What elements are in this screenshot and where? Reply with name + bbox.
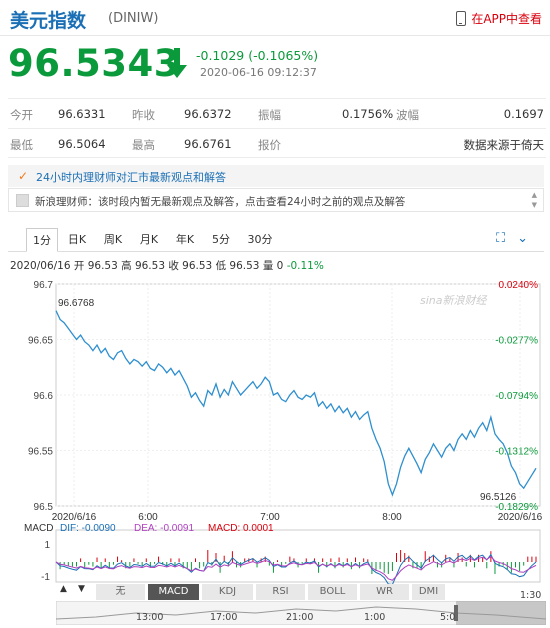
stat-value: 96.6761 (184, 137, 232, 151)
y-tick-label: 96.65 (28, 336, 53, 347)
stat-label: 昨收 (132, 108, 155, 122)
indicator-none[interactable]: 无 (96, 584, 146, 600)
fullscreen-icon[interactable]: ⛶⌄ (496, 231, 540, 246)
timeline-label: 5:0 (440, 612, 456, 623)
current-price: 96.5343 (8, 42, 181, 85)
scroll-down-icon[interactable]: ▼ (532, 201, 537, 209)
y-tick-label: 96.5 (34, 502, 54, 513)
min-label: 96.5126 (480, 492, 517, 503)
indicator-tabs: 无 MACD KDJ RSI BOLL WR DMI (50, 584, 446, 600)
timeline-label: 1:00 (364, 612, 386, 623)
stat-label: 最高 (132, 138, 155, 152)
page: 美元指数 (DINIW) 在APP中查看 96.5343 -0.1029 (-0… (0, 0, 550, 628)
x-tick-label: 7:00 (260, 512, 280, 523)
analyst-message-text: 新浪理财师：该时段内暂无最新观点及解答，点击查看24小时之前的观点及解答 (35, 196, 406, 208)
macd-dif: DIF: -0.0090 (60, 523, 116, 534)
tab-week[interactable]: 周K (100, 228, 126, 252)
indicator-rsi[interactable]: RSI (256, 584, 306, 600)
macd-dea: DEA: -0.0091 (134, 523, 194, 534)
watermark: sina新浪财经 (420, 294, 487, 307)
stat-value: 0.1756% (342, 107, 394, 121)
macd-value: MACD: 0.0001 (208, 523, 274, 534)
x-tick-label: 6:00 (138, 512, 158, 523)
stat-value: 96.5064 (58, 137, 106, 151)
stats-table: 今开 96.6331 昨收 96.6372 振幅 0.1756% 波幅 0.16… (8, 98, 546, 158)
right-tick-label: -0.0277% (495, 336, 538, 347)
tab-30min[interactable]: 30分 (244, 228, 276, 252)
timeline-label: 17:00 (210, 612, 238, 623)
indicator-macd[interactable]: MACD (148, 584, 200, 600)
y-tick-label: 96.7 (34, 280, 54, 291)
tab-year[interactable]: 年K (172, 228, 198, 252)
x-tick-label: 2020/6/16 (498, 512, 543, 523)
tab-month[interactable]: 月K (136, 228, 162, 252)
macd-title: MACD (24, 523, 53, 534)
timeline-label: 21:00 (286, 612, 314, 623)
down-arrow-icon (167, 48, 187, 78)
right-tick-label: 0.0240% (499, 280, 539, 291)
indicator-kdj[interactable]: KDJ (202, 584, 254, 600)
chart-tabs: 1分 日K 周K 月K 年K 5分 30分 ⛶⌄ (8, 228, 544, 252)
app-link[interactable]: 在APP中查看 (456, 10, 542, 27)
phone-icon (456, 11, 467, 26)
analyst-headline[interactable]: ✓ 24小时内理财师对汇市最新观点和解答 (8, 165, 544, 187)
right-tick-label: -0.1312% (495, 447, 538, 458)
macd-y-tick: -1 (41, 572, 50, 583)
y-tick-label: 96.6 (34, 391, 54, 402)
analyst-headline-text: 24小时内理财师对汇市最新观点和解答 (36, 171, 226, 184)
timeline-label: 13:00 (136, 612, 164, 623)
timeline-label: 1:30 (520, 590, 542, 601)
x-tick-label: 8:00 (382, 512, 402, 523)
page-title: 美元指数 (10, 10, 87, 32)
stats-row: 最低 96.5064 最高 96.6761 报价 数据来源于倚天 (8, 128, 546, 158)
max-label: 96.6768 (58, 298, 95, 309)
x-tick-label: 2020/6/16 (52, 512, 97, 523)
app-link-label: 在APP中查看 (471, 12, 542, 26)
stats-row: 今开 96.6331 昨收 96.6372 振幅 0.1756% 波幅 0.16… (8, 98, 546, 128)
stat-label: 最低 (10, 138, 33, 152)
stat-label: 今开 (10, 108, 33, 122)
stat-value: 0.1697 (503, 107, 544, 121)
indicator-dmi[interactable]: DMI (412, 584, 446, 600)
right-tick-label: -0.0794% (495, 391, 538, 402)
stat-value: 96.6331 (58, 107, 106, 121)
y-tick-label: 96.55 (28, 447, 53, 458)
stat-label: 波幅 (396, 108, 419, 122)
price-change: -0.1029 (-0.1065%) (196, 48, 319, 63)
header: 美元指数 (DINIW) 在APP中查看 (0, 0, 550, 36)
symbol-code: (DINIW) (108, 11, 159, 26)
check-icon: ✓ (18, 169, 29, 183)
tab-5min[interactable]: 5分 (208, 228, 234, 252)
indicator-wr[interactable]: WR (360, 584, 410, 600)
stat-label: 振幅 (258, 108, 281, 122)
price-chart[interactable]: 96.7 0.0240% 96.65 -0.0277% 96.6 -0.0794% 96.5… (0, 270, 550, 590)
indicator-boll[interactable]: BOLL (308, 584, 358, 600)
stat-label: 报价 (258, 138, 281, 152)
scroll-up-icon[interactable]: ▲ (532, 191, 537, 199)
tab-1min[interactable]: 1分 (26, 228, 58, 252)
stat-value: 数据来源于倚天 (463, 138, 545, 152)
macd-area (55, 529, 541, 583)
quote-timestamp: 2020-06-16 09:12:37 (200, 66, 317, 79)
avatar (16, 194, 29, 207)
tab-day[interactable]: 日K (64, 228, 90, 252)
stat-value: 96.6372 (184, 107, 232, 121)
macd-y-tick: 1 (44, 540, 50, 551)
analyst-message[interactable]: 新浪理财师：该时段内暂无最新观点及解答，点击查看24小时之前的观点及解答 ▲ ▼ (8, 188, 544, 212)
